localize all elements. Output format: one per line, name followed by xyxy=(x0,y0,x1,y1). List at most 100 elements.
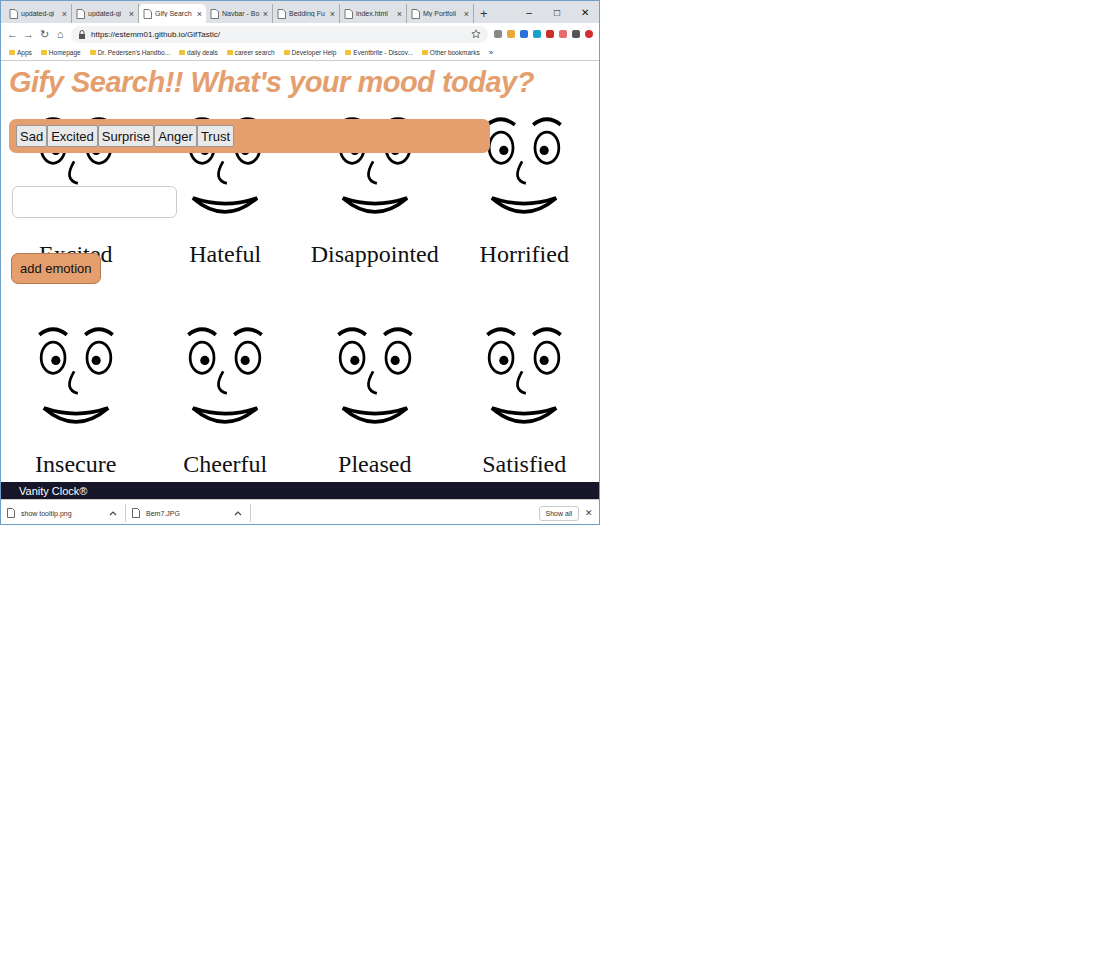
bookmark[interactable]: Developer Help xyxy=(284,49,337,56)
new-tab-button[interactable]: + xyxy=(474,6,494,23)
face-icon xyxy=(469,301,579,451)
window-control[interactable]: ✕ xyxy=(571,1,599,23)
add-emotion-button[interactable]: add emotion xyxy=(11,253,101,284)
chevron-up-icon[interactable] xyxy=(234,510,242,516)
bookmark[interactable]: Homepage xyxy=(41,49,81,56)
nav-button[interactable]: ⌂ xyxy=(55,28,65,40)
extension-icon[interactable] xyxy=(572,30,580,38)
emotion-button[interactable]: Excited xyxy=(47,125,98,147)
bookmark-icon xyxy=(345,50,351,55)
nav-button[interactable]: ↻ xyxy=(39,28,49,41)
bookmark[interactable]: career search xyxy=(227,49,275,56)
face-label: Hateful xyxy=(189,241,261,268)
page-icon xyxy=(9,9,18,19)
bookmark-icon xyxy=(179,50,185,55)
browser-tab[interactable]: updated-gi× xyxy=(72,4,139,23)
face-label: Cheerful xyxy=(183,451,267,478)
bookmark[interactable]: Eventbrite - Discov... xyxy=(345,49,412,56)
bookmark[interactable]: Apps xyxy=(9,49,32,56)
emotion-input[interactable] xyxy=(12,186,177,218)
url-field[interactable]: https://estemm01.github.io/GifTastic/ xyxy=(71,26,488,43)
page-icon xyxy=(411,9,420,19)
page-title: Gify Search!! What's your mood today? xyxy=(9,63,534,101)
face-icon xyxy=(21,91,131,241)
browser-window: updated-gi×updated-gi×Gify Search×Navbar… xyxy=(0,0,600,525)
bookmark[interactable]: daily deals xyxy=(179,49,218,56)
download-item[interactable]: show tooltip.png xyxy=(7,504,126,522)
page-icon xyxy=(344,9,353,19)
emotion-button-bar: SadExcitedSurpriseAngerTrust xyxy=(9,119,490,153)
close-download-bar[interactable]: ✕ xyxy=(585,508,593,518)
nav-button[interactable]: ← xyxy=(7,28,17,40)
chevron-up-icon[interactable] xyxy=(109,510,117,516)
file-icon xyxy=(132,508,140,518)
more-bookmarks[interactable]: » xyxy=(489,48,493,57)
face-card: Pleased xyxy=(300,272,450,483)
page-icon xyxy=(277,9,286,19)
download-bar: show tooltip.png Bem7.JPG Show all ✕ xyxy=(1,499,599,525)
page-content: Excited Hateful Disappointed Horrified Insec… xyxy=(1,61,599,482)
browser-tab[interactable]: Gify Search× xyxy=(139,4,206,23)
extension-icon[interactable] xyxy=(520,30,528,38)
file-icon xyxy=(7,508,15,518)
browser-tab[interactable]: index.html× xyxy=(340,4,407,23)
nav-button[interactable]: → xyxy=(23,28,33,40)
face-label: Disappointed xyxy=(311,241,439,268)
face-label: Pleased xyxy=(338,451,411,478)
browser-tab[interactable]: Bedding Fu× xyxy=(273,4,340,23)
face-card: Satisfied xyxy=(450,272,600,483)
tab-close[interactable]: × xyxy=(197,9,202,19)
address-bar: ← → ↻ ⌂ https://estemm01.github.io/GifTastic… xyxy=(1,23,599,45)
lock-icon xyxy=(78,30,86,39)
face-card: Insecure xyxy=(1,272,151,483)
face-label: Horrified xyxy=(480,241,569,268)
emotion-button[interactable]: Surprise xyxy=(98,125,154,147)
page-icon xyxy=(143,9,152,19)
window-control[interactable]: – xyxy=(515,1,543,23)
page-icon xyxy=(210,9,219,19)
face-card: Cheerful xyxy=(151,272,301,483)
browser-tab[interactable]: updated-gi× xyxy=(5,4,72,23)
tab-bar: updated-gi×updated-gi×Gify Search×Navbar… xyxy=(1,1,599,23)
tab-close[interactable]: × xyxy=(129,9,134,19)
download-item[interactable]: Bem7.JPG xyxy=(132,504,251,522)
face-icon xyxy=(469,91,579,241)
emotion-button[interactable]: Trust xyxy=(197,125,234,147)
extension-icon[interactable] xyxy=(494,30,502,38)
face-icon xyxy=(170,301,280,451)
face-icon xyxy=(320,301,430,451)
tab-close[interactable]: × xyxy=(62,9,67,19)
extension-icon[interactable] xyxy=(507,30,515,38)
face-label: Insecure xyxy=(35,451,116,478)
bookmark-icon xyxy=(41,50,47,55)
extension-icon[interactable] xyxy=(559,30,567,38)
bookmark[interactable]: Other bookmarks xyxy=(422,49,480,56)
extension-icon[interactable] xyxy=(585,30,593,38)
star-icon[interactable] xyxy=(471,29,481,39)
bookmark-icon xyxy=(9,50,15,55)
window-control[interactable]: □ xyxy=(543,1,571,23)
bookmark-icon xyxy=(422,50,428,55)
page-icon xyxy=(76,9,85,19)
page-footer: Vanity Clock® xyxy=(1,482,599,499)
tab-close[interactable]: × xyxy=(397,9,402,19)
extension-icon[interactable] xyxy=(546,30,554,38)
face-label: Satisfied xyxy=(482,451,566,478)
face-icon xyxy=(170,91,280,241)
tab-close[interactable]: × xyxy=(330,9,335,19)
face-icon xyxy=(320,91,430,241)
tab-close[interactable]: × xyxy=(464,9,469,19)
emotion-button[interactable]: Sad xyxy=(16,125,47,147)
bookmark-icon xyxy=(227,50,233,55)
emotion-button[interactable]: Anger xyxy=(154,125,197,147)
bookmark-icon xyxy=(90,50,96,55)
browser-tab[interactable]: Navbar - Bo× xyxy=(206,4,273,23)
browser-tab[interactable]: My Portfoli× xyxy=(407,4,474,23)
face-icon xyxy=(21,301,131,451)
tab-close[interactable]: × xyxy=(263,9,268,19)
show-all-button[interactable]: Show all xyxy=(539,506,579,521)
bookmarks-bar: Apps Homepage Dr. Pedersen's Handbo... dail… xyxy=(1,45,599,61)
bookmark-icon xyxy=(284,50,290,55)
extension-icon[interactable] xyxy=(533,30,541,38)
bookmark[interactable]: Dr. Pedersen's Handbo... xyxy=(90,49,170,56)
